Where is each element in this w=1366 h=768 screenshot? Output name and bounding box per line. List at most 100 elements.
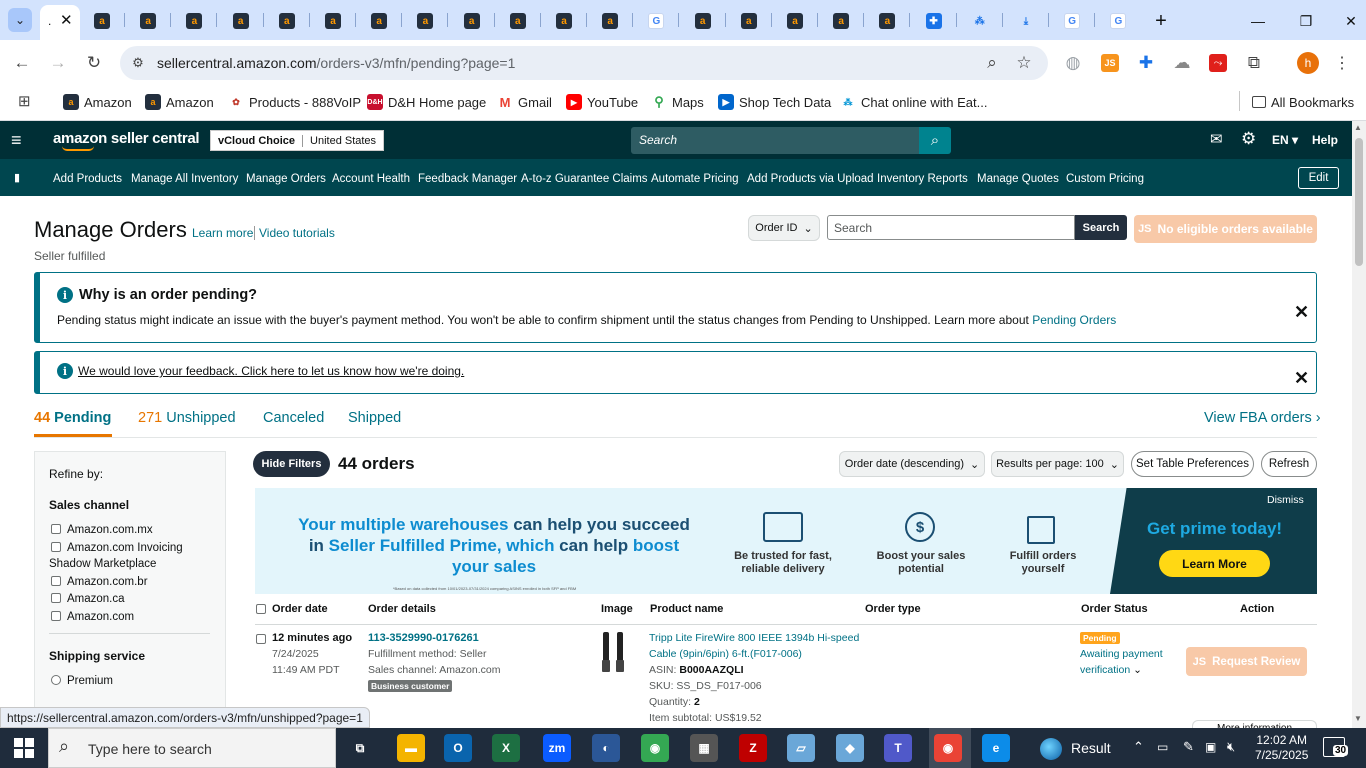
checkbox[interactable]	[51, 524, 61, 534]
request-review-button[interactable]: JS Request Review	[1186, 647, 1307, 676]
url-text[interactable]: sellercentral.amazon.com/orders-v3/mfn/p…	[157, 55, 515, 71]
browser-tab[interactable]: a	[589, 8, 631, 34]
tab-search-icon[interactable]: ⌄	[8, 8, 32, 32]
learn-more-link[interactable]: Learn more	[192, 226, 253, 240]
bookmark-techdata[interactable]: ▶ Shop Tech Data	[718, 92, 831, 112]
zoom-icon[interactable]: ⌕	[980, 51, 1004, 75]
file-explorer-icon[interactable]: ▬	[397, 734, 425, 762]
bookmark-amazon-2[interactable]: a Amazon	[145, 92, 214, 112]
browser-tab[interactable]: ✚	[913, 8, 955, 34]
checkbox[interactable]	[51, 542, 61, 552]
bookmark-flag-icon[interactable]: ▮	[14, 171, 20, 184]
no-eligible-orders-button[interactable]: JS No eligible orders available	[1134, 215, 1317, 243]
edge-icon[interactable]: e	[982, 734, 1010, 762]
nav-item-2[interactable]: Manage Orders	[246, 173, 326, 185]
browser-tab[interactable]: a	[358, 8, 400, 34]
browser-tab[interactable]: a	[497, 8, 539, 34]
seller-central-logo[interactable]: amazon seller central	[53, 130, 200, 147]
col-order-date[interactable]: Order date	[272, 603, 328, 615]
col-order-type[interactable]: Order type	[865, 603, 921, 615]
nav-item-1[interactable]: Manage All Inventory	[131, 173, 238, 185]
hamburger-menu-icon[interactable]: ≡	[11, 130, 22, 151]
nav-item-6[interactable]: Automate Pricing	[651, 173, 739, 185]
scroll-up-icon[interactable]: ▲	[1354, 123, 1362, 132]
chrome-icon[interactable]: ◉	[641, 734, 669, 762]
nav-item-5[interactable]: A-to-z Guarantee Claims	[521, 173, 648, 185]
tab-canceled[interactable]: Canceled	[263, 410, 324, 426]
profile-avatar[interactable]: h	[1297, 52, 1319, 74]
browser-tab[interactable]: a	[81, 8, 123, 34]
bookmark-gmail[interactable]: M Gmail	[497, 92, 552, 112]
browser-tab[interactable]: a	[820, 8, 862, 34]
excel-icon[interactable]: X	[492, 734, 520, 762]
search-button[interactable]: Search	[1075, 215, 1127, 240]
browser-tab[interactable]: a	[127, 8, 169, 34]
chrome-active-icon[interactable]: ◉	[934, 734, 962, 762]
nav-item-4[interactable]: Feedback Manager	[418, 173, 517, 185]
order-search-input[interactable]: Search	[827, 215, 1075, 240]
tab-shipped[interactable]: Shipped	[348, 410, 401, 426]
col-order-details[interactable]: Order details	[368, 603, 436, 615]
zoom-icon[interactable]: zm	[543, 734, 571, 762]
app-icon[interactable]: ▱	[787, 734, 815, 762]
col-order-status[interactable]: Order Status	[1081, 603, 1148, 615]
browser-tab[interactable]: G	[1097, 8, 1139, 34]
back-icon[interactable]: ←	[10, 51, 34, 75]
help-link[interactable]: Help	[1312, 133, 1338, 147]
set-table-preferences-button[interactable]: Set Table Preferences	[1131, 451, 1254, 477]
calculator-icon[interactable]: ▦	[690, 734, 718, 762]
bookmark-eat[interactable]: ⁂ Chat online with Eat...	[840, 92, 988, 112]
windows-start-icon[interactable]	[14, 738, 34, 758]
sort-dropdown[interactable]: Order date (descending) ⌄	[839, 451, 985, 477]
radio-button[interactable]	[51, 675, 61, 685]
results-per-page-dropdown[interactable]: Results per page: 100 ⌄	[991, 451, 1124, 477]
account-switcher[interactable]: vCloud Choice United States	[210, 130, 385, 151]
filter-amazon-invoicing[interactable]: Amazon.com Invoicing	[51, 542, 183, 554]
bookmark-maps[interactable]: ⚲ Maps	[651, 92, 704, 112]
bookmark-888voip[interactable]: ✿ Products - 888VoIP	[228, 92, 361, 112]
teams-icon[interactable]: T	[884, 734, 912, 762]
clock[interactable]: 12:02 AM 7/25/2025	[1255, 733, 1308, 763]
filter-premium[interactable]: Premium	[51, 675, 113, 687]
task-view-icon[interactable]: ⧉	[346, 734, 374, 762]
close-window-icon[interactable]: ✕	[1330, 8, 1366, 34]
checkbox[interactable]	[51, 611, 61, 621]
learn-more-button[interactable]: Learn More	[1159, 550, 1270, 577]
scroll-down-icon[interactable]: ▼	[1354, 714, 1362, 723]
pdf-extension-icon[interactable]: ⤳	[1209, 54, 1227, 72]
forward-icon[interactable]: →	[46, 51, 70, 75]
browser-tab[interactable]: G	[635, 8, 677, 34]
order-id-link[interactable]: 113-3529990-0176261	[368, 630, 479, 646]
bookmark-amazon-1[interactable]: a Amazon	[63, 92, 132, 112]
filter-amazon-com-mx[interactable]: Amazon.com.mx	[51, 524, 153, 536]
feedback-link[interactable]: We would love your feedback. Click here …	[78, 364, 464, 378]
js-extension-icon[interactable]: JS	[1101, 54, 1119, 72]
bookmark-dh[interactable]: D&H D&H Home page	[367, 92, 486, 112]
tab-active[interactable]: . ✕	[40, 5, 80, 40]
hide-filters-button[interactable]: Hide Filters	[253, 451, 330, 477]
browser-tab[interactable]: a	[774, 8, 816, 34]
all-bookmarks[interactable]: All Bookmarks	[1252, 92, 1354, 112]
language-selector[interactable]: EN ▾	[1272, 133, 1298, 147]
nav-item-0[interactable]: Add Products	[53, 173, 122, 185]
browser-menu-icon[interactable]: ⋮	[1330, 51, 1354, 75]
browser-tab[interactable]: a	[682, 8, 724, 34]
minimize-icon[interactable]: —	[1237, 8, 1279, 34]
refresh-button[interactable]: Refresh	[1261, 451, 1317, 477]
extensions-puzzle-icon[interactable]: ⧉	[1242, 51, 1266, 75]
taskbar-search-input[interactable]: ⌕ Type here to search	[48, 728, 336, 768]
status-detail-cont[interactable]: verification ⌄	[1080, 662, 1142, 678]
browser-tab[interactable]: a	[543, 8, 585, 34]
status-detail[interactable]: Awaiting payment	[1080, 646, 1163, 662]
bookmark-youtube[interactable]: ▶ YouTube	[566, 92, 638, 112]
pending-orders-link[interactable]: Pending Orders	[1032, 313, 1116, 327]
apps-grid-icon[interactable]: ⊞	[18, 92, 31, 110]
tab-unshipped[interactable]: 271 Unshipped	[138, 410, 236, 426]
product-name-link-cont[interactable]: Cable (9pin/6pin) 6-ft.(F017-006)	[649, 646, 802, 662]
browser-tab[interactable]: a	[173, 8, 215, 34]
checkbox[interactable]	[51, 576, 61, 586]
chevron-up-icon[interactable]: ⌃	[1133, 739, 1144, 755]
filter-amazon-com[interactable]: Amazon.com	[51, 611, 134, 623]
browser-tab[interactable]: ⤓	[1005, 8, 1047, 34]
tab-pending[interactable]: 44 Pending	[34, 410, 111, 426]
